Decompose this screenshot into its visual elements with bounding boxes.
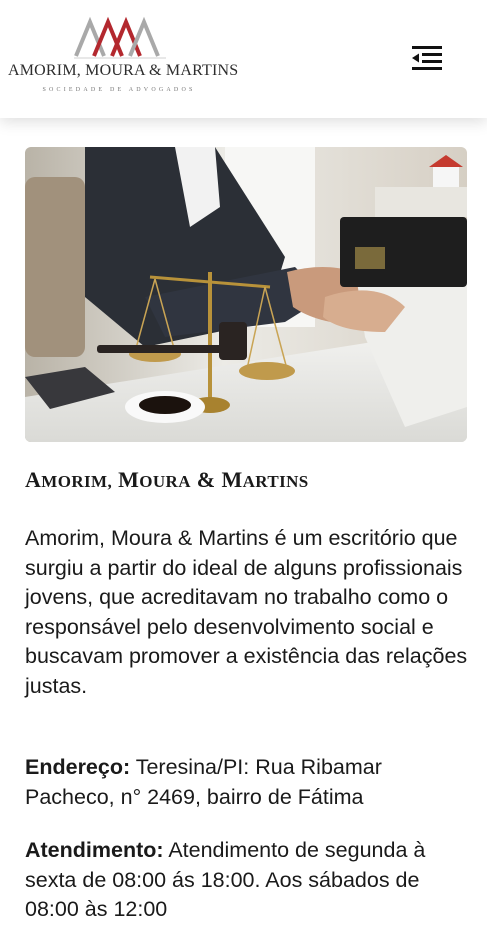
address-block: Endereço: Teresina/PI: Rua Ribamar Pache… [25, 753, 470, 812]
logo-name: AMORIM, MOURA & MARTINS [8, 62, 239, 79]
menu-collapse-icon [412, 46, 442, 70]
description-text: Amorim, Moura & Martins é um escritório … [25, 526, 468, 698]
hours-label: Atendimento: [25, 838, 164, 862]
menu-button[interactable] [410, 44, 444, 72]
logo-tagline: SOCIEDADE DE ADVOGADOS [42, 87, 196, 93]
page-title: AMORIM, MOURA & MARTINS [25, 467, 309, 492]
logo[interactable]: AMORIM, MOURA & MARTINS SOCIEDADE DE ADV… [8, 14, 239, 100]
hours-block: Atendimento: Atendimento de segunda à se… [25, 836, 470, 925]
logo-mark-icon [74, 16, 166, 59]
hero-image [25, 147, 467, 442]
site-header: AMORIM, MOURA & MARTINS SOCIEDADE DE ADV… [0, 0, 487, 118]
address-label: Endereço: [25, 755, 131, 779]
